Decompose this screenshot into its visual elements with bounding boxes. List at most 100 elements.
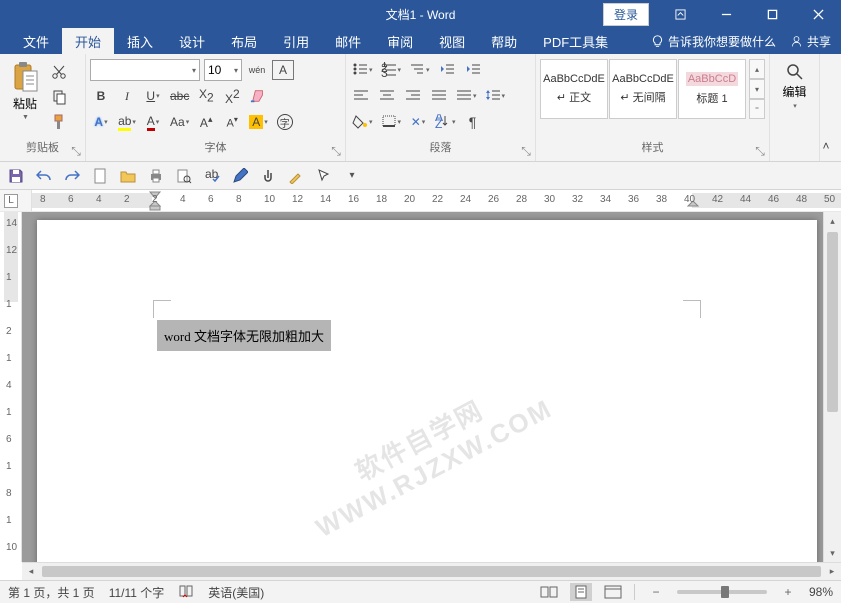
shading-button[interactable]: ▾ bbox=[350, 111, 375, 133]
ruler-vertical[interactable]: 1412112141618110 bbox=[0, 212, 22, 562]
text-effects-button[interactable]: A▾ bbox=[90, 111, 112, 133]
scroll-down-button[interactable]: ▾ bbox=[824, 544, 841, 562]
decrease-indent-button[interactable] bbox=[436, 59, 458, 81]
font-color-button[interactable]: A▾ bbox=[142, 111, 164, 133]
print-preview-button[interactable] bbox=[174, 166, 194, 186]
zoom-slider[interactable] bbox=[677, 590, 767, 594]
share-button[interactable]: 共享 bbox=[790, 33, 831, 50]
line-spacing-button[interactable]: ▾ bbox=[483, 85, 508, 107]
scroll-thumb-v[interactable] bbox=[827, 232, 838, 412]
tab-home[interactable]: 开始 bbox=[62, 28, 114, 54]
quick-print-button[interactable] bbox=[146, 166, 166, 186]
grow-font-button[interactable]: A▴ bbox=[195, 111, 217, 133]
redo-button[interactable] bbox=[62, 166, 82, 186]
style-nospacing[interactable]: AaBbCcDdE ↵ 无间隔 bbox=[609, 59, 677, 119]
scrollbar-horizontal[interactable]: ◂ ▸ bbox=[22, 562, 841, 580]
bullets-button[interactable]: ▾ bbox=[350, 59, 375, 81]
char-border-button[interactable]: A bbox=[272, 60, 294, 80]
tab-references[interactable]: 引用 bbox=[270, 28, 322, 54]
scrollbar-vertical[interactable]: ▴ ▾ bbox=[823, 212, 841, 562]
show-marks-button[interactable]: ¶ bbox=[462, 111, 484, 133]
highlight-button[interactable]: ab▾ bbox=[116, 111, 138, 133]
tab-selector[interactable]: L bbox=[0, 190, 32, 211]
underline-button[interactable]: U▾ bbox=[142, 85, 164, 107]
align-right-button[interactable] bbox=[402, 85, 424, 107]
zoom-level[interactable]: 98% bbox=[809, 585, 833, 599]
tab-design[interactable]: 设计 bbox=[166, 28, 218, 54]
language[interactable]: 英语(美国) bbox=[208, 584, 264, 601]
minimize-icon[interactable] bbox=[703, 0, 749, 28]
ruler-horizontal[interactable]: 8642246810121416182022242628303234363840… bbox=[32, 190, 841, 211]
tab-file[interactable]: 文件 bbox=[10, 28, 62, 54]
font-size-combo[interactable]: 10▾ bbox=[204, 59, 242, 81]
ink-button[interactable] bbox=[230, 166, 250, 186]
para-launcher[interactable]: ⤡ bbox=[520, 145, 532, 157]
style-scroll-down[interactable]: ▾ bbox=[749, 79, 765, 99]
document-viewport[interactable]: word 文档字体无限加粗加大 软件自学网 WWW.RJZXW.COM bbox=[22, 212, 823, 562]
tab-mail[interactable]: 邮件 bbox=[322, 28, 374, 54]
ribbon-display-icon[interactable] bbox=[657, 0, 703, 28]
font-launcher[interactable]: ⤡ bbox=[330, 145, 342, 157]
scroll-up-button[interactable]: ▴ bbox=[824, 212, 841, 230]
numbering-button[interactable]: 123▾ bbox=[379, 59, 404, 81]
align-center-button[interactable] bbox=[376, 85, 398, 107]
zoom-in-button[interactable]: + bbox=[777, 583, 799, 601]
style-expand[interactable]: ⁼ bbox=[749, 99, 765, 119]
view-print-button[interactable] bbox=[570, 583, 592, 601]
shrink-font-button[interactable]: A▾ bbox=[221, 111, 243, 133]
select-objects-button[interactable] bbox=[314, 166, 334, 186]
find-button[interactable]: 编辑 ▾ bbox=[774, 57, 815, 110]
enclose-char-button[interactable]: 字 bbox=[274, 111, 296, 133]
spellcheck-status[interactable] bbox=[178, 584, 194, 601]
style-scroll-up[interactable]: ▴ bbox=[749, 59, 765, 79]
cut-button[interactable] bbox=[48, 61, 70, 83]
styles-launcher[interactable]: ⤡ bbox=[754, 145, 766, 157]
align-distribute-button[interactable]: ▾ bbox=[454, 85, 479, 107]
maximize-icon[interactable] bbox=[749, 0, 795, 28]
spellcheck-button[interactable]: ab bbox=[202, 166, 222, 186]
align-left-button[interactable] bbox=[350, 85, 372, 107]
tab-insert[interactable]: 插入 bbox=[114, 28, 166, 54]
asian-layout-button[interactable]: ✕▾ bbox=[407, 111, 429, 133]
scroll-thumb-h[interactable] bbox=[42, 566, 821, 577]
page-number[interactable]: 第 1 页，共 1 页 bbox=[8, 584, 95, 601]
phonetic-guide-button[interactable]: wén bbox=[246, 59, 268, 81]
copy-button[interactable] bbox=[48, 86, 70, 108]
selected-text[interactable]: word 文档字体无限加粗加大 bbox=[157, 320, 331, 351]
char-shading-button[interactable]: A▾ bbox=[247, 111, 270, 133]
draw-table-button[interactable] bbox=[286, 166, 306, 186]
collapse-ribbon-button[interactable]: ˄ bbox=[815, 135, 837, 157]
tab-help[interactable]: 帮助 bbox=[478, 28, 530, 54]
italic-button[interactable]: I bbox=[116, 85, 138, 107]
align-justify-button[interactable] bbox=[428, 85, 450, 107]
clipboard-launcher[interactable]: ⤡ bbox=[70, 145, 82, 157]
customize-qat[interactable]: ▾ bbox=[342, 166, 362, 186]
clear-format-button[interactable] bbox=[247, 85, 269, 107]
subscript-button[interactable]: X2 bbox=[195, 85, 217, 107]
strikethrough-button[interactable]: abc bbox=[168, 85, 191, 107]
scroll-left-button[interactable]: ◂ bbox=[22, 563, 40, 581]
touch-mode-button[interactable] bbox=[258, 166, 278, 186]
style-normal[interactable]: AaBbCcDdE ↵ 正文 bbox=[540, 59, 608, 119]
tell-me[interactable]: 告诉我你想要做什么 bbox=[651, 33, 776, 50]
style-heading1[interactable]: AaBbCcD 标题 1 bbox=[678, 59, 746, 119]
tab-view[interactable]: 视图 bbox=[426, 28, 478, 54]
tab-review[interactable]: 审阅 bbox=[374, 28, 426, 54]
close-icon[interactable] bbox=[795, 0, 841, 28]
format-painter-button[interactable] bbox=[48, 111, 70, 133]
superscript-button[interactable]: X2 bbox=[221, 85, 243, 107]
multilevel-button[interactable]: ▾ bbox=[407, 59, 432, 81]
word-count[interactable]: 11/11 个字 bbox=[109, 584, 165, 601]
new-button[interactable] bbox=[90, 166, 110, 186]
sort-button[interactable]: AZ▾ bbox=[433, 111, 458, 133]
tab-layout[interactable]: 布局 bbox=[218, 28, 270, 54]
font-name-combo[interactable]: ▾ bbox=[90, 59, 200, 81]
scroll-right-button[interactable]: ▸ bbox=[823, 563, 841, 581]
login-button[interactable]: 登录 bbox=[603, 3, 649, 26]
zoom-out-button[interactable]: − bbox=[645, 583, 667, 601]
undo-button[interactable] bbox=[34, 166, 54, 186]
bold-button[interactable]: B bbox=[90, 85, 112, 107]
view-web-button[interactable] bbox=[602, 583, 624, 601]
change-case-button[interactable]: Aa▾ bbox=[168, 111, 191, 133]
increase-indent-button[interactable] bbox=[462, 59, 484, 81]
